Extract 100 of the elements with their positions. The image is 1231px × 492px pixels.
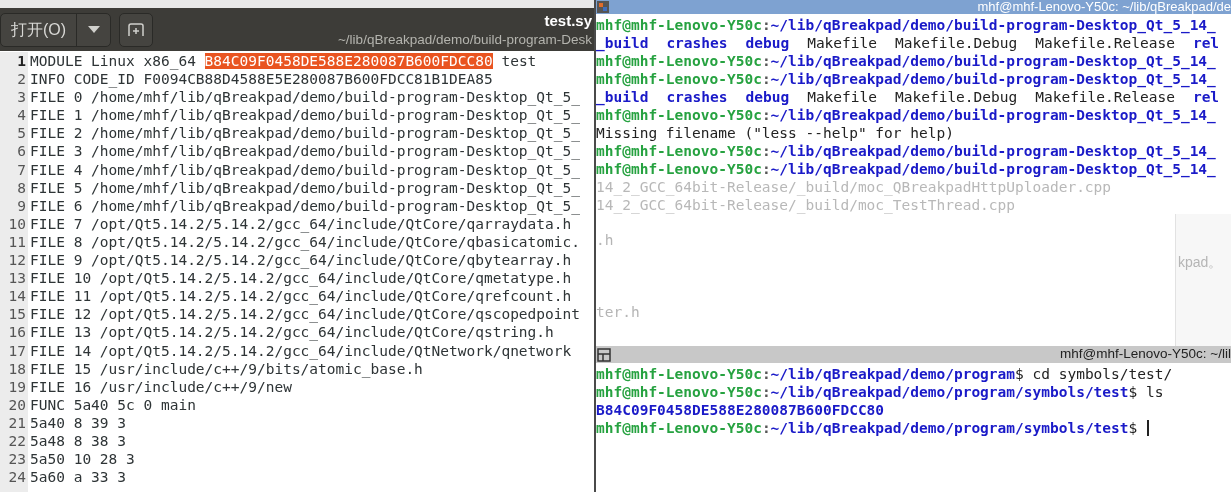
prompt-path: ~/lib/qBreakpad/demo/build-program-Desktop_Qt_5_14_ <box>770 142 1216 160</box>
new-tab-icon <box>128 22 145 37</box>
terminal-text: Missing filename ("less --help" for help) <box>596 124 954 142</box>
terminal-text: Makefile.Debug <box>895 34 1018 52</box>
code-line: FILE 8 /opt/Qt5.14.2/5.14.2/gcc_64/include/QtCore/qbasicatomic. <box>30 233 580 252</box>
line-number: 12 <box>8 251 26 270</box>
file-path: ~/lib/qBreakpad/demo/build-program-Desk <box>338 31 592 48</box>
code-text: test <box>500 53 537 69</box>
caret-icon <box>87 26 100 33</box>
directory-name: _build <box>596 88 649 106</box>
prompt-path: ~/lib/qBreakpad/demo/program/symbols/test <box>770 419 1129 437</box>
prompt-path: ~/lib/qBreakpad/demo/program/symbols/test <box>770 383 1129 401</box>
line-number: 17 <box>8 341 26 360</box>
directory-name: _build <box>596 34 649 52</box>
line-number: 14 <box>8 287 26 306</box>
code-text: MODULE Linux x86_64 <box>30 53 197 69</box>
directory-name: B84C09F0458DE588E280087B600FDCC80 <box>596 401 885 419</box>
line-number: 3 <box>17 88 26 107</box>
directory-name: crashes <box>666 34 728 52</box>
line-number: 21 <box>8 413 26 432</box>
prompt-path: ~/lib/qBreakpad/demo/build-program-Desktop_Qt_5_14_ <box>770 52 1216 70</box>
code-line: FILE 13 /opt/Qt5.14.2/5.14.2/gcc_64/include/QtCore/qstring.h <box>30 323 555 342</box>
code-line: 5a48 8 38 3 <box>30 431 128 451</box>
line-number: 1 <box>17 52 26 71</box>
prompt-separator: : <box>761 106 771 124</box>
prompt-path: ~/lib/qBreakpad/demo/program <box>770 365 1016 383</box>
line-number: 20 <box>8 395 26 414</box>
terminal-text: Makefile.Debug <box>895 88 1018 106</box>
code-line: FILE 15 /usr/include/c++/9/bits/atomic_base.h <box>30 360 424 378</box>
prompt-separator: : <box>761 16 771 34</box>
prompt-user: mhf@mhf-Lenovo-Y50c <box>596 70 762 88</box>
terminal-text: Makefile <box>807 88 877 106</box>
app-icon <box>596 346 612 363</box>
terminal-text: $ cd symbols/test/ <box>1015 365 1173 383</box>
code-line: FILE 14 /opt/Qt5.14.2/5.14.2/gcc_64/include/QtNetwork/qnetwork <box>30 341 573 360</box>
new-tab-button[interactable] <box>119 12 154 47</box>
terminal-text: $ <box>1128 419 1138 437</box>
window-title: test.sy <box>544 11 592 31</box>
search-highlight: B84C09F0458DE588E280087B600FDCC80 <box>204 53 493 69</box>
line-number: 15 <box>8 305 26 324</box>
code-line: FILE 12 /opt/Qt5.14.2/5.14.2/gcc_64/include/QtCore/qscopedpoint <box>30 305 580 324</box>
directory-name: rel <box>1192 34 1220 52</box>
window-title: mhf@mhf-Lenovo-Y50c: ~/lil <box>1060 345 1231 364</box>
prompt-user: mhf@mhf-Lenovo-Y50c <box>596 365 762 383</box>
prompt-user: mhf@mhf-Lenovo-Y50c <box>596 160 762 178</box>
prompt-separator: : <box>761 160 771 178</box>
code-line: INFO CODE_ID F0094CB88D4588E5E280087B600FDCC81B1DEA85 <box>30 70 494 89</box>
terminal-text: $ ls <box>1128 383 1164 401</box>
code-line: 5a40 8 39 3 <box>30 413 128 432</box>
prompt-path: ~/lib/qBreakpad/demo/build-program-Desktop_Qt_5_14_ <box>770 16 1216 34</box>
prompt-user: mhf@mhf-Lenovo-Y50c <box>596 16 762 34</box>
background-text: 14_2_GCC_64bit-Release/_build/moc_QBreakpadHttpUploader.cpp <box>596 178 1112 196</box>
line-number: 22 <box>8 431 26 451</box>
code-line: FILE 6 /home/mhf/lib/qBreakpad/demo/build-program-Desktop_Qt_5_ <box>30 197 580 215</box>
code-line: FILE 2 /home/mhf/lib/qBreakpad/demo/build-program-Desktop_Qt_5_ <box>30 124 580 143</box>
line-number: 8 <box>17 178 26 197</box>
prompt-user: mhf@mhf-Lenovo-Y50c <box>596 142 762 160</box>
prompt-user: mhf@mhf-Lenovo-Y50c <box>596 419 762 437</box>
prompt-separator: : <box>761 365 771 383</box>
window-title: mhf@mhf-Lenovo-Y50c: ~/lib/qBreakpad/de <box>977 0 1231 14</box>
prompt-user: mhf@mhf-Lenovo-Y50c <box>596 383 762 401</box>
line-number: 6 <box>17 142 26 161</box>
prompt-user: mhf@mhf-Lenovo-Y50c <box>596 106 762 124</box>
prompt-separator: : <box>761 419 771 437</box>
line-number: 9 <box>17 196 26 215</box>
prompt-separator: : <box>761 52 771 70</box>
line-number: 11 <box>8 232 26 252</box>
line-number: 5 <box>17 124 26 143</box>
directory-name: rel <box>1192 88 1220 106</box>
line-number: 24 <box>8 468 26 487</box>
line-number: 7 <box>17 160 26 179</box>
prompt-separator: : <box>761 383 771 401</box>
prompt-path: ~/lib/qBreakpad/demo/build-program-Desktop_Qt_5_14_ <box>770 70 1216 88</box>
directory-name: debug <box>745 34 790 52</box>
prompt-path: ~/lib/qBreakpad/demo/build-program-Desktop_Qt_5_14_ <box>770 160 1216 178</box>
code-line: FILE 10 /opt/Qt5.14.2/5.14.2/gcc_64/include/QtCore/qmetatype.h <box>30 269 573 288</box>
code-line: FILE 5 /home/mhf/lib/qBreakpad/demo/build-program-Desktop_Qt_5_ <box>30 179 580 197</box>
code-line: FUNC 5a40 5c 0 main <box>30 395 197 414</box>
code-line: FILE 16 /usr/include/c++/9/new <box>30 378 293 396</box>
code-line: FILE 1 /home/mhf/lib/qBreakpad/demo/build-program-Desktop_Qt_5_ <box>30 106 580 125</box>
line-number: 16 <box>8 323 26 342</box>
code-line: FILE 0 /home/mhf/lib/qBreakpad/demo/build-program-Desktop_Qt_5_ <box>30 88 580 107</box>
code-line: FILE 4 /home/mhf/lib/qBreakpad/demo/build-program-Desktop_Qt_5_ <box>30 160 580 179</box>
line-number: 10 <box>8 214 26 233</box>
code-line: FILE 9 /opt/Qt5.14.2/5.14.2/gcc_64/include/QtCore/qbytearray.h <box>30 251 573 270</box>
line-number: 4 <box>17 106 26 125</box>
line-number: 23 <box>8 450 26 469</box>
prompt-separator: : <box>761 70 771 88</box>
background-text: .h <box>596 231 615 249</box>
code-line: FILE 7 /opt/Qt5.14.2/5.14.2/gcc_64/include/QtCore/qarraydata.h <box>30 215 573 233</box>
line-number: 13 <box>8 269 26 288</box>
terminal-text: Makefile.Release <box>1035 34 1175 52</box>
background-text: 14_2_GCC_64bit-Release/_build/moc_TestThread.cpp <box>596 196 1016 214</box>
terminal-text: Makefile <box>807 34 877 52</box>
prompt-path: ~/lib/qBreakpad/demo/build-program-Desktop_Qt_5_14_ <box>770 106 1216 124</box>
line-number: 18 <box>8 359 26 378</box>
background-text: ter.h <box>596 303 641 321</box>
code-line: FILE 11 /opt/Qt5.14.2/5.14.2/gcc_64/include/QtCore/qrefcount.h <box>30 287 573 306</box>
code-line: FILE 3 /home/mhf/lib/qBreakpad/demo/build-program-Desktop_Qt_5_ <box>30 142 580 161</box>
code-line: 5a50 10 28 3 <box>30 450 136 469</box>
